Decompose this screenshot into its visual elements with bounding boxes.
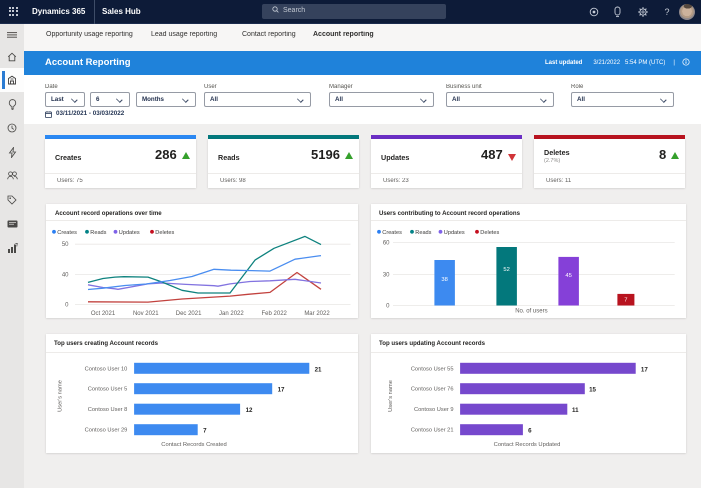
svg-text:Feb 2022: Feb 2022 [262, 311, 288, 317]
svg-text:17: 17 [640, 366, 647, 373]
svg-text:Creates: Creates [57, 230, 77, 236]
svg-text:7: 7 [203, 428, 207, 435]
svg-text:6: 6 [528, 428, 532, 435]
svg-text:52: 52 [503, 267, 509, 273]
svg-text:Contoso User 8: Contoso User 8 [88, 407, 128, 413]
svg-text:0: 0 [386, 304, 390, 310]
svg-text:45: 45 [565, 273, 571, 279]
svg-text:Nov 2021: Nov 2021 [133, 311, 159, 317]
svg-text:Reads: Reads [90, 230, 106, 236]
svg-text:Deletes: Deletes [155, 230, 174, 236]
svg-text:Jan 2022: Jan 2022 [219, 311, 244, 317]
svg-text:Contact Records Created: Contact Records Created [161, 442, 226, 448]
svg-text:No. of users: No. of users [515, 308, 547, 314]
svg-text:Contoso User 5: Contoso User 5 [88, 387, 128, 393]
svg-text:Mar 2022: Mar 2022 [304, 311, 330, 317]
svg-text:User's name: User's name [388, 380, 394, 412]
svg-text:Deletes: Deletes [480, 230, 499, 236]
svg-text:Contoso User 76: Contoso User 76 [410, 387, 453, 393]
svg-text:Contoso User 21: Contoso User 21 [410, 428, 453, 434]
svg-text:Contoso User 9: Contoso User 9 [413, 407, 453, 413]
svg-text:17: 17 [278, 387, 285, 394]
svg-text:21: 21 [315, 366, 322, 373]
svg-text:11: 11 [572, 407, 579, 414]
svg-text:User's name: User's name [58, 380, 64, 412]
svg-text:15: 15 [589, 387, 596, 394]
svg-text:38: 38 [441, 277, 447, 283]
svg-text:Contact Records Updated: Contact Records Updated [493, 442, 560, 448]
svg-text:Updates: Updates [443, 230, 464, 236]
svg-text:30: 30 [382, 273, 389, 279]
svg-text:Contoso User 10: Contoso User 10 [85, 366, 128, 372]
svg-text:Contoso User 55: Contoso User 55 [410, 366, 453, 372]
svg-text:Contoso User 29: Contoso User 29 [85, 428, 128, 434]
svg-text:7: 7 [624, 297, 627, 303]
svg-text:Reads: Reads [415, 230, 431, 236]
svg-text:40: 40 [62, 272, 69, 278]
svg-text:50: 50 [62, 242, 69, 248]
svg-text:60: 60 [382, 241, 389, 247]
svg-text:Creates: Creates [382, 230, 402, 236]
svg-text:Oct 2021: Oct 2021 [91, 311, 116, 317]
svg-text:Updates: Updates [119, 230, 140, 236]
svg-text:12: 12 [246, 407, 253, 414]
svg-text:0: 0 [65, 303, 69, 309]
svg-text:Dec 2021: Dec 2021 [176, 311, 202, 317]
